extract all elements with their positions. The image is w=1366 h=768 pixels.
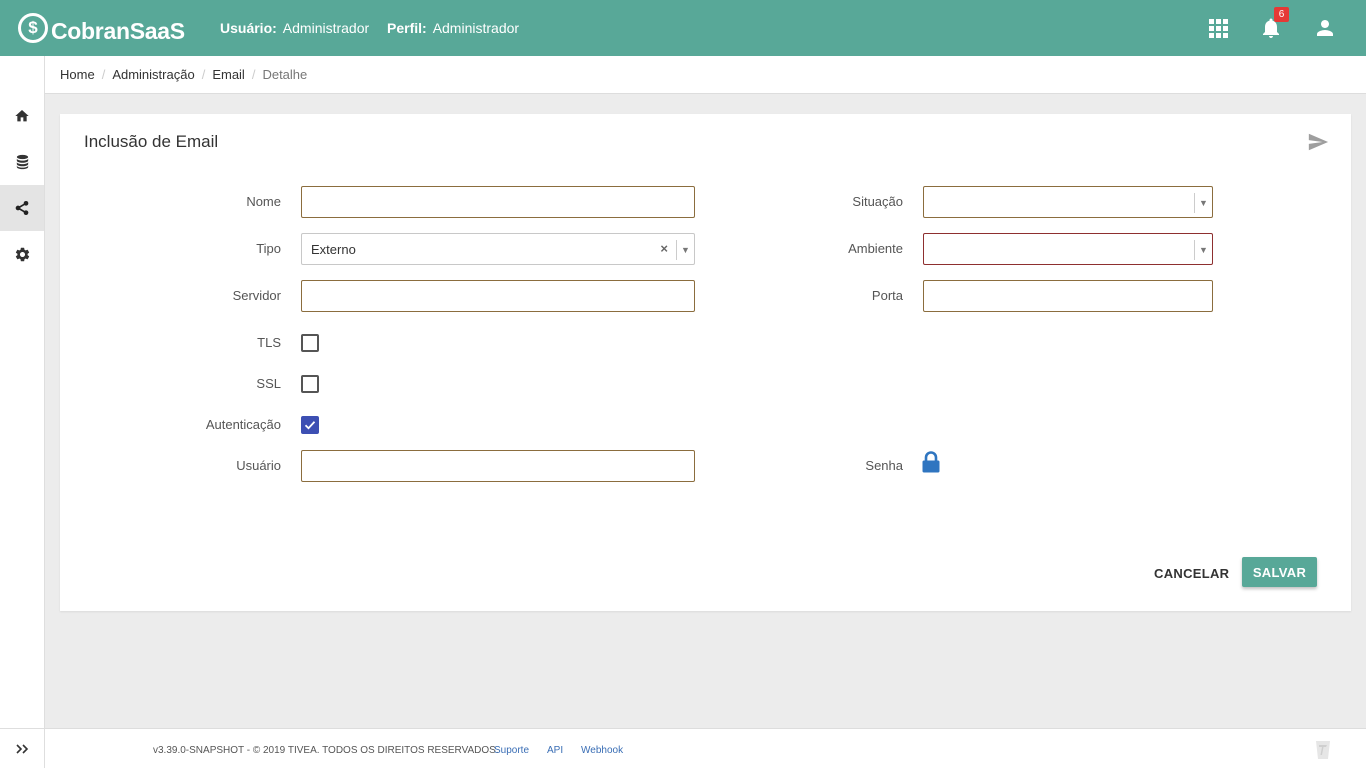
- servidor-input[interactable]: [301, 280, 695, 312]
- current-user: Usuário: Administrador: [220, 20, 369, 36]
- chevron-down-icon[interactable]: ▼: [1194, 193, 1212, 213]
- tls-label: TLS: [257, 335, 281, 350]
- sidebar-expand-button[interactable]: [0, 728, 44, 768]
- cancel-button[interactable]: CANCELAR: [1146, 558, 1237, 588]
- porta-label: Porta: [871, 288, 903, 303]
- breadcrumb-separator: /: [101, 67, 106, 82]
- footer: v3.39.0-SNAPSHOT - © 2019 TIVEA. TODOS O…: [45, 728, 1366, 768]
- sidebar-item-share[interactable]: [0, 185, 44, 231]
- user-label: Usuário:: [220, 20, 277, 36]
- breadcrumb-home[interactable]: Home: [60, 67, 95, 82]
- app-logo[interactable]: $ CobranSaaS: [18, 11, 185, 45]
- chevron-down-icon[interactable]: ▼: [676, 240, 694, 260]
- chevron-down-icon[interactable]: ▼: [1194, 240, 1212, 260]
- sidebar-item-database[interactable]: [0, 139, 44, 185]
- porta-input[interactable]: [923, 280, 1213, 312]
- breadcrumb-email[interactable]: Email: [212, 67, 245, 82]
- app-name: CobranSaaS: [51, 17, 185, 44]
- sidebar-item-home[interactable]: [0, 93, 44, 139]
- sidebar: [0, 56, 45, 768]
- profile-value: Administrador: [432, 20, 520, 36]
- sidebar-item-settings[interactable]: [0, 231, 44, 277]
- database-icon: [16, 154, 28, 170]
- ambiente-select[interactable]: ▼: [923, 233, 1213, 265]
- lock-icon[interactable]: [921, 451, 941, 473]
- nome-input[interactable]: [301, 186, 695, 218]
- page-title: Inclusão de Email: [84, 132, 219, 151]
- apps-grid-icon[interactable]: [1206, 16, 1230, 40]
- autenticacao-checkbox[interactable]: [301, 416, 319, 434]
- account-icon[interactable]: [1313, 16, 1337, 40]
- servidor-label: Servidor: [232, 288, 281, 303]
- gear-icon: [15, 247, 29, 261]
- breadcrumb-administracao[interactable]: Administração: [112, 67, 194, 82]
- situacao-select[interactable]: ▼: [923, 186, 1213, 218]
- situacao-label: Situação: [852, 194, 903, 209]
- share-icon: [15, 201, 29, 215]
- footer-link-suporte[interactable]: Suporte: [494, 745, 529, 756]
- ambiente-label: Ambiente: [848, 241, 903, 256]
- breadcrumb-separator: /: [251, 67, 256, 82]
- logo-mark-icon: $: [18, 13, 48, 43]
- ssl-checkbox[interactable]: [301, 375, 319, 393]
- usuario-label: Usuário: [236, 458, 281, 473]
- email-form-card: Inclusão de Email Nome Tipo Externo × ▼ …: [60, 114, 1351, 611]
- footer-link-webhook[interactable]: Webhook: [581, 745, 623, 756]
- usuario-input[interactable]: [301, 450, 695, 482]
- footer-link-api[interactable]: API: [547, 745, 563, 756]
- tipo-select[interactable]: Externo × ▼: [301, 233, 695, 265]
- double-chevron-right-icon: [16, 743, 29, 754]
- tipo-selected-value: Externo: [311, 242, 356, 257]
- check-icon: [304, 421, 316, 430]
- send-icon[interactable]: [1307, 131, 1329, 153]
- home-icon: [15, 110, 29, 122]
- autenticacao-label: Autenticação: [205, 417, 281, 432]
- tipo-label: Tipo: [256, 241, 281, 256]
- footer-copyright: v3.39.0-SNAPSHOT - © 2019 TIVEA. TODOS O…: [153, 745, 499, 756]
- clear-icon[interactable]: ×: [660, 241, 668, 256]
- profile-label: Perfil:: [387, 20, 427, 36]
- breadcrumb: Home / Administração / Email / Detalhe: [45, 56, 1366, 94]
- breadcrumb-detalhe: Detalhe: [262, 67, 308, 82]
- user-value: Administrador: [282, 20, 370, 36]
- senha-label: Senha: [865, 458, 903, 473]
- top-bar: $ CobranSaaS Usuário: Administrador Perfi…: [0, 0, 1366, 56]
- tls-checkbox[interactable]: [301, 334, 319, 352]
- save-button[interactable]: SALVAR: [1242, 557, 1317, 587]
- notification-badge: 6: [1274, 7, 1289, 22]
- tivea-logo-icon: [1316, 741, 1330, 759]
- ssl-label: SSL: [256, 376, 281, 391]
- current-profile: Perfil: Administrador: [387, 20, 519, 36]
- breadcrumb-separator: /: [201, 67, 206, 82]
- nome-label: Nome: [246, 194, 281, 209]
